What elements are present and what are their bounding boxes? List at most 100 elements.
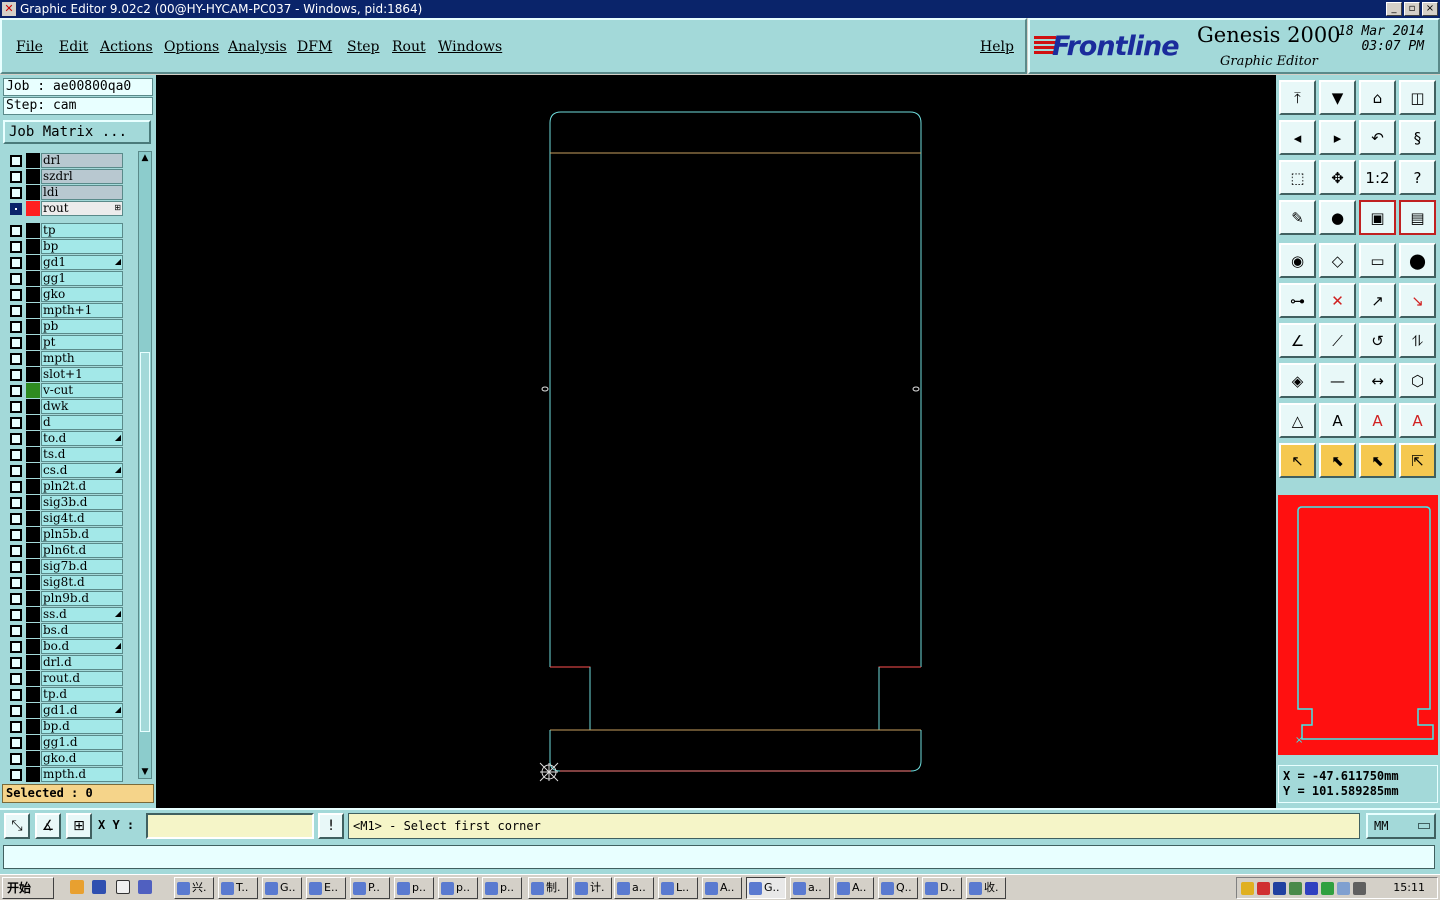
mirror-icon[interactable]: ⥮ xyxy=(1399,323,1436,358)
taskbar-item[interactable]: A.. xyxy=(834,877,874,899)
layer-row-rout-d[interactable]: rout.d xyxy=(6,671,128,686)
layer-name[interactable]: szdrl xyxy=(41,169,123,184)
pan-right-icon[interactable]: ▸ xyxy=(1319,120,1356,155)
scale-1-2-icon[interactable]: 1:2 xyxy=(1359,160,1396,195)
layer-checkbox[interactable] xyxy=(10,257,22,269)
layer-row-gko[interactable]: gko xyxy=(6,287,128,302)
cross-icon[interactable]: ✕ xyxy=(1319,283,1356,318)
layer-name[interactable]: drl.d xyxy=(41,655,123,670)
layer-row-bs-d[interactable]: bs.d xyxy=(6,623,128,638)
layer-checkbox[interactable] xyxy=(10,433,22,445)
layer-color-swatch[interactable] xyxy=(26,479,40,494)
layer-name[interactable]: ldi xyxy=(41,185,123,200)
feature-icon[interactable]: ◈ xyxy=(1279,363,1316,398)
taskbar-item[interactable]: P.. xyxy=(350,877,390,899)
help-icon[interactable]: ? xyxy=(1399,160,1436,195)
quicklaunch-icon[interactable] xyxy=(92,880,106,894)
start-button[interactable]: 开始 xyxy=(2,877,54,899)
probe-icon[interactable]: ● xyxy=(1319,200,1356,235)
layer-name[interactable]: ss.d xyxy=(41,607,123,622)
layer-color-swatch[interactable] xyxy=(26,447,40,462)
layer-checkbox[interactable] xyxy=(10,321,22,333)
quicklaunch-icon[interactable] xyxy=(138,880,152,894)
layer-color-swatch[interactable] xyxy=(26,383,40,398)
menu-help[interactable]: Help xyxy=(980,39,1014,55)
layer-color-swatch[interactable] xyxy=(26,367,40,382)
layer-name[interactable]: ts.d xyxy=(41,447,123,462)
layer-name[interactable]: bp xyxy=(41,239,123,254)
layer-name[interactable]: pb xyxy=(41,319,123,334)
layer-row-pb[interactable]: pb xyxy=(6,319,128,334)
undo-icon[interactable]: ↶ xyxy=(1359,120,1396,155)
layer-color-swatch[interactable] xyxy=(26,543,40,558)
layer-color-swatch[interactable] xyxy=(26,495,40,510)
pointer-icon[interactable]: ↖ xyxy=(1279,443,1316,478)
polygon-icon[interactable]: ◇ xyxy=(1319,243,1356,278)
route-icon[interactable]: ⇱ xyxy=(1399,443,1436,478)
layer-checkbox[interactable] xyxy=(10,737,22,749)
layer-name[interactable]: pln2t.d xyxy=(41,479,123,494)
layer-name[interactable]: to.d xyxy=(41,431,123,446)
layer-color-swatch[interactable] xyxy=(26,639,40,654)
layer-color-swatch[interactable] xyxy=(26,751,40,766)
layer-checkbox[interactable] xyxy=(10,241,22,253)
layer-row-ss-d[interactable]: ss.d ◢ xyxy=(6,607,128,622)
taskbar-item[interactable]: 兴. xyxy=(174,877,214,899)
layer-row-tp[interactable]: tp xyxy=(6,223,128,238)
layer-color-swatch[interactable] xyxy=(26,169,40,184)
layer-name[interactable]: sig3b.d xyxy=(41,495,123,510)
layer-checkbox[interactable] xyxy=(10,353,22,365)
layer-checkbox[interactable] xyxy=(10,155,22,167)
layer-row-mpth-d[interactable]: mpth.d xyxy=(6,767,128,782)
maximize-button[interactable]: ▫ xyxy=(1404,2,1420,16)
layer-color-swatch[interactable] xyxy=(26,767,40,782)
font-a-icon[interactable]: A xyxy=(1319,403,1356,438)
layer-checkbox[interactable] xyxy=(10,203,22,215)
exclaim-button[interactable]: ! xyxy=(318,813,344,839)
layer-name[interactable]: cs.d xyxy=(41,463,123,478)
layer-name[interactable]: tp.d xyxy=(41,687,123,702)
zoom-fit-icon[interactable]: ⬚ xyxy=(1279,160,1316,195)
layer-color-swatch[interactable] xyxy=(26,201,40,216)
layer-color-swatch[interactable] xyxy=(26,559,40,574)
layer-color-swatch[interactable] xyxy=(26,623,40,638)
layer-name[interactable]: gg1 xyxy=(41,271,123,286)
line-point-icon[interactable]: ↗ xyxy=(1359,283,1396,318)
layer-name[interactable]: gd1 xyxy=(41,255,123,270)
snap-icon[interactable]: § xyxy=(1399,120,1436,155)
layer-name[interactable]: sig8t.d xyxy=(41,575,123,590)
taskbar-item[interactable]: A.. xyxy=(702,877,742,899)
menu-actions[interactable]: Actions xyxy=(100,39,153,55)
layer-color-swatch[interactable] xyxy=(26,303,40,318)
taskbar-item[interactable]: Q.. xyxy=(878,877,918,899)
layer-name[interactable]: rout xyxy=(41,201,123,216)
menu-analysis[interactable]: Analysis xyxy=(228,39,287,55)
layer-color-swatch[interactable] xyxy=(26,239,40,254)
minimize-button[interactable]: _ xyxy=(1386,2,1402,16)
layer-color-swatch[interactable] xyxy=(26,287,40,302)
layer-row-pln9b-d[interactable]: pln9b.d xyxy=(6,591,128,606)
taskbar-item[interactable]: E.. xyxy=(306,877,346,899)
layer-row-mpth-1[interactable]: mpth+1 xyxy=(6,303,128,318)
layer-name[interactable]: pln6t.d xyxy=(41,543,123,558)
layer-name[interactable]: pln9b.d xyxy=(41,591,123,606)
taskbar-item[interactable]: L.. xyxy=(658,877,698,899)
slash-icon[interactable]: ⟋ xyxy=(1319,323,1356,358)
layer-row-tp-d[interactable]: tp.d xyxy=(6,687,128,702)
layer-row-pln2t-d[interactable]: pln2t.d xyxy=(6,479,128,494)
layer-checkbox[interactable] xyxy=(10,689,22,701)
layer-color-swatch[interactable] xyxy=(26,591,40,606)
taskbar-item[interactable]: 收. xyxy=(966,877,1006,899)
layer-name[interactable]: drl xyxy=(41,153,123,168)
pan-left-icon[interactable]: ◂ xyxy=(1279,120,1316,155)
layer-color-swatch[interactable] xyxy=(26,399,40,414)
taskbar-item[interactable]: p.. xyxy=(482,877,522,899)
layer-checkbox[interactable] xyxy=(10,497,22,509)
layer-color-swatch[interactable] xyxy=(26,223,40,238)
layer-row-sig3b-d[interactable]: sig3b.d xyxy=(6,495,128,510)
snap-center-icon[interactable]: ⊞ xyxy=(66,813,92,839)
layer-row-ldi[interactable]: ldi xyxy=(6,185,128,200)
layer-row-to-d[interactable]: to.d ◢ xyxy=(6,431,128,446)
layer-checkbox[interactable] xyxy=(10,593,22,605)
taskbar-item[interactable]: 计. xyxy=(572,877,612,899)
